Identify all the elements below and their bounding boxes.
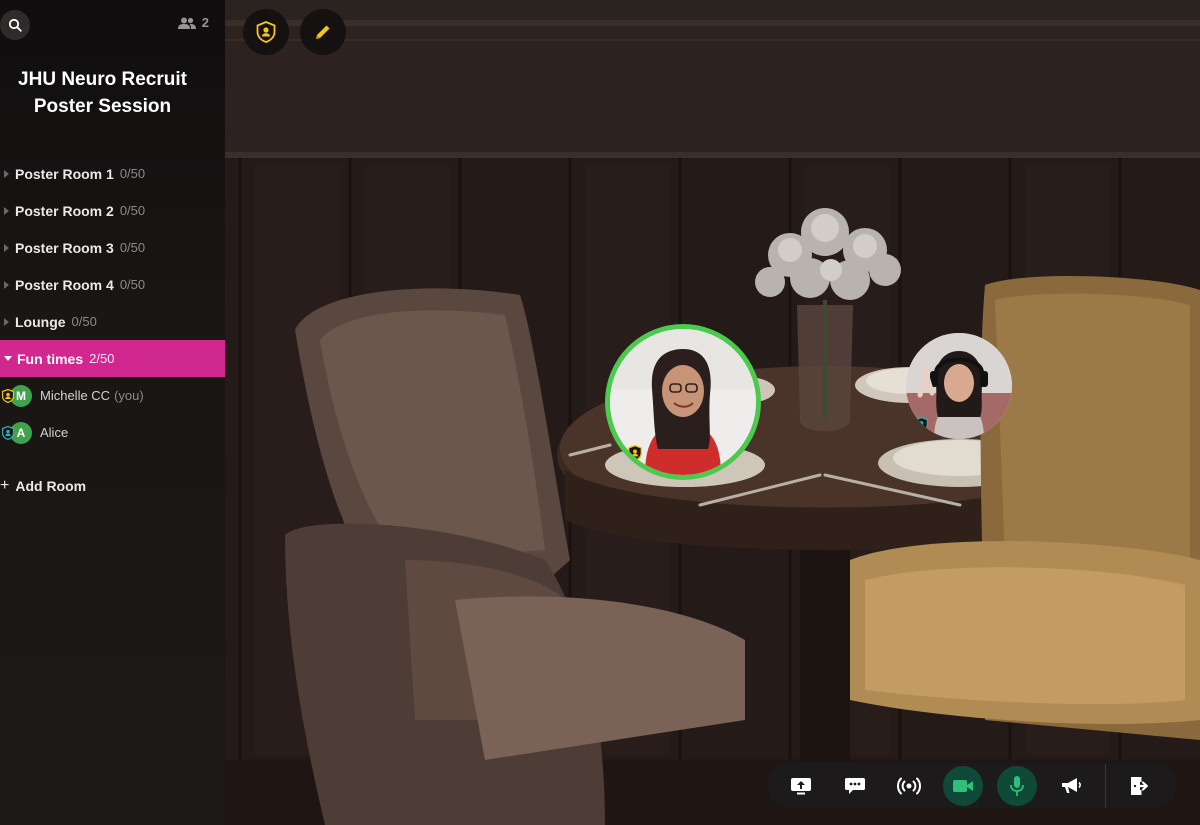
member-michelle[interactable]: M Michelle CC (you) <box>0 377 225 414</box>
microphone-toggle-button[interactable] <box>997 766 1037 806</box>
room-name: Poster Room 4 <box>15 276 114 293</box>
add-room-button[interactable]: + Add Room <box>0 474 86 498</box>
caret-right-icon <box>4 206 9 215</box>
member-you-tag: (you) <box>114 388 144 403</box>
chat-button[interactable] <box>835 766 875 806</box>
room-count: 0/50 <box>119 240 146 255</box>
sidebar: 2 JHU Neuro Recruit Poster Session Poste… <box>0 0 225 825</box>
room-name: Fun times <box>17 350 84 367</box>
room-count: 2/50 <box>89 351 115 366</box>
room-lounge[interactable]: Lounge 0/50 <box>0 303 225 340</box>
microphone-icon <box>1010 776 1024 796</box>
member-name: Alice <box>40 425 69 440</box>
room-name: Poster Room 3 <box>15 239 114 256</box>
search-icon <box>8 18 22 32</box>
room-poster-room-1[interactable]: Poster Room 1 0/50 <box>0 155 225 192</box>
pencil-icon <box>316 25 330 39</box>
room-list: Poster Room 1 0/50 Poster Room 2 0/50 Po… <box>0 155 225 451</box>
host-shield-icon <box>2 388 14 403</box>
room-count: 0/50 <box>119 277 146 292</box>
broadcast-icon <box>897 777 921 795</box>
search-button[interactable] <box>0 10 30 40</box>
moderator-shield-icon <box>2 425 14 440</box>
room-fun-times[interactable]: Fun times 2/50 <box>0 340 225 377</box>
people-icon <box>177 17 196 29</box>
room-scene[interactable] <box>225 0 1200 825</box>
megaphone-icon <box>1062 778 1081 793</box>
leave-room-button[interactable] <box>1120 766 1160 806</box>
room-poster-room-2[interactable]: Poster Room 2 0/50 <box>0 192 225 229</box>
leave-icon <box>1131 777 1148 795</box>
host-tools-button[interactable] <box>243 9 289 55</box>
video-bubble-alice[interactable] <box>906 333 1012 439</box>
host-shield-icon <box>256 21 276 43</box>
camera-icon <box>953 780 973 792</box>
room-count: 0/50 <box>119 166 146 181</box>
camera-toggle-button[interactable] <box>943 766 983 806</box>
caret-right-icon <box>4 280 9 289</box>
participants-count-value: 2 <box>201 15 209 30</box>
room-name: Lounge <box>15 313 66 330</box>
edit-room-button[interactable] <box>300 9 346 55</box>
video-bubble-michelle[interactable] <box>605 324 761 480</box>
announce-button[interactable] <box>1051 766 1091 806</box>
room-poster-room-4[interactable]: Poster Room 4 0/50 <box>0 266 225 303</box>
room-name: Poster Room 1 <box>15 165 114 182</box>
room-poster-room-3[interactable]: Poster Room 3 0/50 <box>0 229 225 266</box>
toolbar-divider <box>1105 764 1106 808</box>
broadcast-button[interactable] <box>889 766 929 806</box>
caret-down-icon <box>4 356 12 361</box>
room-count: 0/50 <box>71 314 97 329</box>
member-name: Michelle CC <box>40 388 111 403</box>
caret-right-icon <box>4 243 9 252</box>
share-screen-button[interactable] <box>781 766 821 806</box>
caret-right-icon <box>4 169 9 178</box>
room-name: Poster Room 2 <box>15 202 114 219</box>
share-screen-icon <box>791 778 811 795</box>
chat-icon <box>845 778 865 794</box>
member-alice[interactable]: A Alice <box>0 414 225 451</box>
app-title: JHU Neuro Recruit Poster Session <box>18 69 187 117</box>
room-count: 0/50 <box>119 203 146 218</box>
plus-icon: + <box>0 477 10 494</box>
host-shield-icon <box>628 445 642 461</box>
participants-count[interactable]: 2 <box>177 15 209 30</box>
call-toolbar <box>767 763 1177 809</box>
moderator-shield-icon <box>915 417 928 432</box>
caret-right-icon <box>4 317 9 326</box>
add-room-label: Add Room <box>15 478 87 494</box>
